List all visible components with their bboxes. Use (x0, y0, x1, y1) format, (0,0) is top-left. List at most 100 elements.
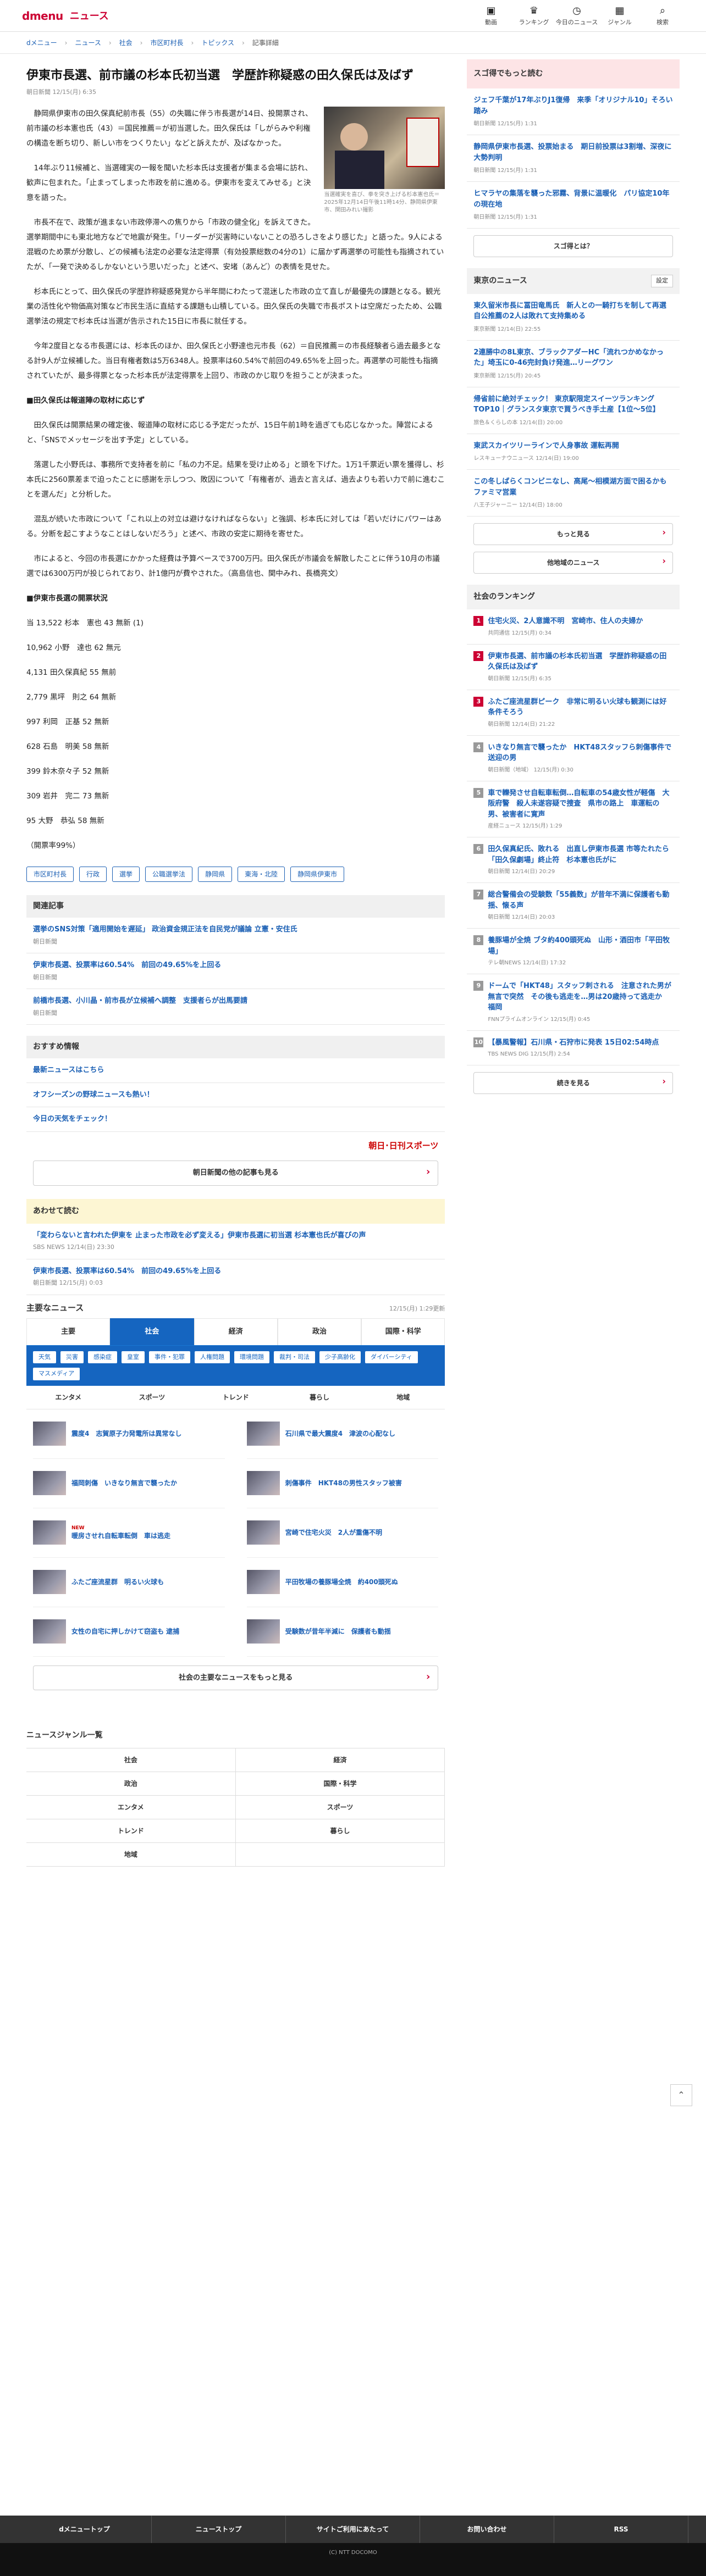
tab-world[interactable]: 国際・科学 (361, 1318, 445, 1345)
news-item[interactable]: 石川県で最大震度4 津波の心配なし (246, 1409, 439, 1459)
dmenu-logo[interactable]: dmenu (22, 8, 63, 24)
subtag[interactable]: ダイバーシティ (365, 1351, 418, 1364)
ranking-item[interactable]: 9 ドームで「HKT48」スタッフ刺される 注意された男が無言で突然 その後も逃走… (467, 974, 680, 1031)
subtag[interactable]: 裁判・司法 (274, 1351, 315, 1364)
tag[interactable]: 静岡県伊東市 (290, 867, 345, 882)
news-item[interactable]: 女性の自宅に押しかけて窃盗も 逮捕 (33, 1607, 225, 1657)
recommend-item[interactable]: オフシーズンの野球ニュースも熱い！ (26, 1083, 445, 1108)
related-item[interactable]: 前橋市長選、小川晶・前市長が立候補へ調整 支援者らが出馬要請 朝日新聞 (26, 989, 445, 1025)
tag[interactable]: 行政 (79, 867, 107, 882)
subtab-trend[interactable]: トレンド (194, 1386, 278, 1409)
genre-link[interactable]: 経済 (235, 1748, 445, 1773)
article-photo[interactable]: 当選確実を喜び、拳を突き上げる杉本憲也氏＝2025年12月14日午後11時14分… (324, 107, 445, 214)
nav-video[interactable]: ▣ 動画 (470, 5, 512, 27)
genre-link[interactable]: 社会 (26, 1748, 236, 1773)
suggo-about-button[interactable]: スゴ得とは？ (473, 235, 673, 257)
news-item[interactable]: 震度4 志賀原子力発電所は異常なし (33, 1409, 225, 1459)
tab-society[interactable]: 社会 (110, 1318, 194, 1345)
tag[interactable]: 静岡県 (198, 867, 233, 882)
ranking-item[interactable]: 10 【暴風警報】石川県・石狩市に発表 15日02:54時点 TBS NEWS DI… (467, 1031, 680, 1065)
more-society-button[interactable]: 社会の主要なニュースをもっと見る (33, 1665, 439, 1691)
subtab-sports[interactable]: スポーツ (110, 1386, 194, 1409)
genre-link[interactable]: スポーツ (235, 1796, 445, 1820)
suggo-item[interactable]: ヒマラヤの集落を襲った邪霧、背景に温暖化 パリ協定10年の現在地 朝日新聞 12/… (467, 182, 680, 229)
nav-ranking[interactable]: ♛ ランキング (512, 5, 555, 27)
footer-link[interactable]: サイトご利用にあたって (286, 2516, 420, 2543)
news-item[interactable]: NEW 暖房させれ自転車転倒 車は逃走 (33, 1508, 225, 1558)
breadcrumb-topics[interactable]: トピックス (201, 38, 234, 48)
related-item[interactable]: 伊東市長選、投票率は60.54% 前回の49.65%を上回る 朝日新聞 (26, 953, 445, 990)
recommend-item[interactable]: 最新ニュースはこちら (26, 1058, 445, 1083)
subtab-region[interactable]: 地域 (361, 1386, 445, 1409)
subtag[interactable]: 災害 (60, 1351, 84, 1364)
tokyo-news-item[interactable]: この冬しばらくコンビニなし、高尾〜相模湖方面で困るかもファミマ営業 八王子ジャーニ… (467, 470, 680, 517)
tokyo-news-item[interactable]: 2連勝中の8L東京、ブラックアダーHC「流れつかめなかった」埼玉に0-46完封負… (467, 341, 680, 387)
tokyo-news-item[interactable]: 東久留米市長に冨田竜馬氏 新人との一騎打ちを制して再選 自公推薦の2人は敗れて支… (467, 294, 680, 341)
tokyo-more-button[interactable]: もっと見る (473, 523, 673, 545)
genre-link[interactable]: 地域 (26, 1843, 236, 1867)
genre-link[interactable]: トレンド (26, 1819, 236, 1844)
tab-economy[interactable]: 経済 (194, 1318, 278, 1345)
tab-politics[interactable]: 政治 (277, 1318, 362, 1345)
news-item[interactable]: 宮崎で住宅火災 2人が重傷不明 (246, 1508, 439, 1558)
suggo-item[interactable]: ジェフ千葉が17年ぶりJ1復帰 来季「オリジナル10」そろい踏み 朝日新聞 12/… (467, 88, 680, 135)
genre-link[interactable]: 暮らし (235, 1819, 445, 1844)
footer-link[interactable]: dメニュートップ (18, 2516, 152, 2543)
asahi-nikkan-logo: 朝日･日刊スポーツ (368, 1140, 439, 1151)
breadcrumb-mayor[interactable]: 市区町村長 (150, 38, 183, 48)
news-section-title[interactable]: ニュース (70, 9, 109, 24)
ranking-item[interactable]: 3 ふたご座流星群ピーク 非常に明るい火球も観測には好条件そろう 朝日新聞 12/1… (467, 690, 680, 736)
news-item[interactable]: 平田牧場の養豚場全焼 約400頭死ぬ (246, 1558, 439, 1607)
region-setting-button[interactable]: 設定 (651, 275, 673, 287)
subtag[interactable]: 少子高齢化 (319, 1351, 361, 1364)
news-item[interactable]: 福岡刺傷 いきなり無言で襲ったか (33, 1459, 225, 1508)
recommend-item[interactable]: 今日の天気をチェック！ (26, 1107, 445, 1132)
subtag[interactable]: 天気 (33, 1351, 56, 1364)
nav-genre[interactable]: ▦ ジャンル (598, 5, 641, 27)
tag[interactable]: 市区町村長 (26, 867, 74, 882)
ranking-item[interactable]: 2 伊東市長選、前市議の杉本氏初当選 学歴詐称疑惑の田久保氏は及ばず 朝日新聞 12… (467, 645, 680, 690)
ranking-more-button[interactable]: 続きを見る (473, 1072, 673, 1094)
nav-today[interactable]: ◷ 今日のニュース (555, 5, 598, 27)
subtab-life[interactable]: 暮らし (278, 1386, 361, 1409)
genre-link[interactable]: 政治 (26, 1772, 236, 1796)
tag[interactable]: 選挙 (112, 867, 140, 882)
breadcrumb-dmenu[interactable]: dメニュー (26, 38, 57, 48)
tag[interactable]: 東海・北陸 (238, 867, 285, 882)
other-region-button[interactable]: 他地域のニュース (473, 552, 673, 574)
ranking-item[interactable]: 7 総合警備会の受験数「55義数」が昔年不満に保護者も動揺、懐る声 朝日新聞 12/… (467, 883, 680, 929)
footer-link[interactable]: お問い合わせ (420, 2516, 554, 2543)
related-item[interactable]: 選挙のSNS対策「適用開始を遅延」 政治資金規正法を自民党が議論 立憲・安住氏朝… (26, 918, 445, 954)
ranking-item[interactable]: 4 いきなり無言で襲ったか HKT48スタッフら刺傷事件で送迎の男 朝日新聞（地域）… (467, 736, 680, 781)
footer-link[interactable]: RSS (554, 2516, 688, 2543)
news-item[interactable]: 刺傷事件 HKT48の男性スタッフ被害 (246, 1459, 439, 1508)
subtag[interactable]: 皇室 (122, 1351, 145, 1364)
news-item[interactable]: ふたご座流星群 明るい火球も (33, 1558, 225, 1607)
back-to-top-button[interactable]: ⌃ (670, 2084, 692, 2106)
ranking-item[interactable]: 5 車で轢発させ自転車転倒…自転車の54歳女性が軽傷 大阪府警 殺人未遂容疑で捜査… (467, 781, 680, 837)
ranking-item[interactable]: 6 田久保真紀氏、敗れる 出直し伊東市長選 市等たれたら「田久保劇場」終止符 杉本… (467, 837, 680, 883)
subtag[interactable]: マスメディア (33, 1368, 80, 1380)
nav-search[interactable]: ⌕ 検索 (641, 5, 684, 27)
breadcrumb-society[interactable]: 社会 (119, 38, 133, 48)
news-item[interactable]: 受験数が昔年半減に 保護者も動揺 (246, 1607, 439, 1657)
ranking-item[interactable]: 1 住宅火災、2人意識不明 宮崎市、住人の夫婦か 共同通信 12/15(月) 0:3… (467, 609, 680, 645)
genre-link[interactable]: 国際・科学 (235, 1772, 445, 1796)
tab-main[interactable]: 主要 (26, 1318, 111, 1345)
ranking-item[interactable]: 8 養豚場が全焼 ブタ約400頭死ぬ 山形・酒田市「平田牧場」 テレ朝NEWS 12… (467, 929, 680, 974)
genre-link[interactable]: エンタメ (26, 1796, 236, 1820)
breadcrumb-news[interactable]: ニュース (75, 38, 101, 48)
also-read-item[interactable]: 「変わらないと言われた伊東を 止まった市政を必ず変える」伊東市長選に初当選 杉本… (26, 1224, 445, 1259)
tokyo-news-item[interactable]: 帰省前に絶対チェック！ 東京駅限定スイーツランキングTOP10｜グランスタ東京で… (467, 387, 680, 434)
subtag[interactable]: 環境問題 (234, 1351, 269, 1364)
tokyo-news-item[interactable]: 東武スカイツリーラインで人身事故 運転再開 レスキューナウニュース 12/14(日… (467, 434, 680, 470)
subtag[interactable]: 事件・犯罪 (149, 1351, 190, 1364)
more-asahi-button[interactable]: 朝日新聞の他の記事も見る (33, 1161, 439, 1186)
subtab-entame[interactable]: エンタメ (26, 1386, 110, 1409)
also-read-item[interactable]: 伊東市長選、投票率は60.54% 前回の49.65%を上回る 朝日新聞 12/15… (26, 1259, 445, 1295)
footer-link[interactable]: ニューストップ (152, 2516, 286, 2543)
subtag[interactable]: 人権問題 (195, 1351, 230, 1364)
suggo-item[interactable]: 静岡県伊東市長選、投票始まる 期日前投票は3割増、深夜に大勢判明 朝日新聞 12/… (467, 135, 680, 182)
subtag[interactable]: 感染症 (88, 1351, 117, 1364)
tag[interactable]: 公職選挙法 (145, 867, 193, 882)
